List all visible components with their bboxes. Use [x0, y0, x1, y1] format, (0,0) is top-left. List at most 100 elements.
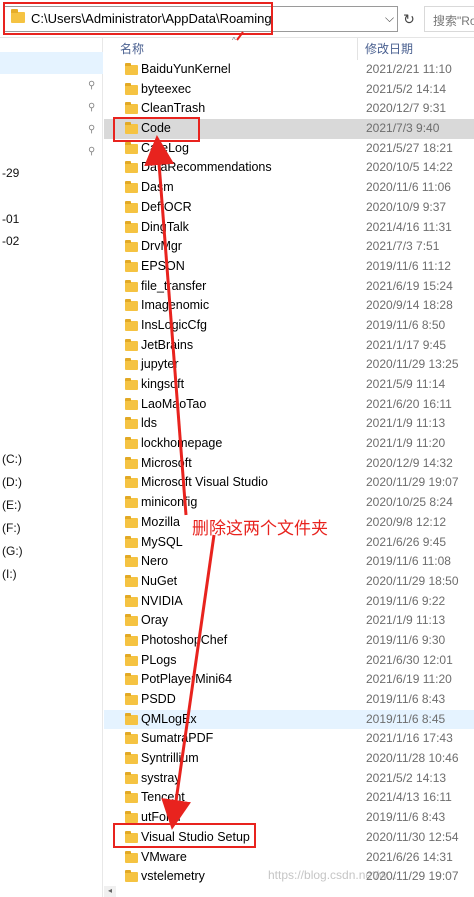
folder-icon — [125, 318, 138, 331]
file-name: Microsoft — [141, 455, 192, 470]
file-name: lds — [141, 416, 157, 431]
file-modified-date: 2019/11/6 8:50 — [366, 317, 446, 332]
file-modified-date: 2019/11/6 8:43 — [366, 692, 446, 706]
file-row[interactable]: byteexec 2021/5/2 14:14 — [104, 80, 474, 100]
file-name: vstelemetry — [141, 869, 205, 884]
file-modified-date: 2020/12/9 14:32 — [366, 455, 453, 470]
file-row[interactable]: NVIDIA 2019/11/6 9:22 — [104, 592, 474, 612]
file-name: MySQL — [141, 534, 183, 549]
nav-drive-d[interactable]: (D:) — [2, 475, 22, 489]
file-row[interactable]: JetBrains 2021/1/17 9:45 — [104, 336, 474, 356]
file-row[interactable]: lds 2021/1/9 11:13 — [104, 414, 474, 434]
file-modified-date: 2021/4/13 16:11 — [366, 790, 452, 805]
file-name: Dasm — [141, 180, 174, 195]
file-name: QMLogEx — [141, 711, 197, 726]
file-modified-date: 2019/11/6 9:22 — [366, 593, 446, 608]
file-row[interactable]: Tencent 2021/4/13 16:11 — [104, 788, 474, 808]
file-row[interactable]: kingsoft 2021/5/9 11:14 — [104, 375, 474, 395]
file-row[interactable]: LaoMaoTao 2021/6/20 16:11 — [104, 395, 474, 415]
column-divider[interactable] — [357, 38, 358, 60]
folder-icon — [125, 850, 138, 863]
search-input[interactable]: 搜索"Ro — [424, 6, 474, 32]
column-header-name[interactable]: 名称 — [120, 40, 144, 57]
file-row[interactable]: file_transfer 2021/6/19 15:24 — [104, 277, 474, 297]
file-row[interactable]: PhotoshopChef 2019/11/6 9:30 — [104, 631, 474, 651]
folder-icon — [125, 693, 138, 705]
file-row[interactable]: InsLogicCfg 2019/11/6 8:50 — [104, 316, 474, 336]
folder-icon — [125, 614, 138, 627]
file-row[interactable]: EPSON 2019/11/6 11:12 — [104, 257, 474, 277]
file-row[interactable]: Imagenomic 2020/9/14 18:28 — [104, 296, 474, 316]
nav-drive-e[interactable]: (E:) — [2, 498, 21, 512]
nav-item-fragment[interactable]: -29 — [2, 166, 19, 180]
file-modified-date: 2020/10/9 9:37 — [366, 199, 447, 214]
file-modified-date: 2021/1/9 11:13 — [366, 416, 446, 431]
file-name: CareLog — [141, 140, 189, 155]
file-row[interactable]: PSDD 2019/11/6 8:43 — [104, 690, 474, 710]
file-name: NVIDIA — [141, 593, 183, 608]
file-name: kingsoft — [141, 377, 185, 391]
pin-icon: ⚲ — [88, 80, 96, 91]
folder-icon — [125, 378, 138, 390]
file-modified-date: 2021/1/9 11:20 — [366, 436, 446, 451]
file-row[interactable]: DingTalk 2021/4/16 11:31 — [104, 218, 474, 238]
file-name: LaoMaoTao — [141, 396, 207, 411]
file-row[interactable]: Microsoft 2020/12/9 14:32 — [104, 454, 474, 474]
folder-icon — [125, 161, 138, 174]
file-name: Oray — [141, 613, 169, 628]
folder-icon — [125, 220, 138, 233]
folder-icon — [125, 633, 138, 646]
column-header-modified[interactable]: 修改日期 — [365, 40, 413, 57]
nav-item-highlighted[interactable] — [0, 52, 103, 74]
nav-item-fragment[interactable]: -02 — [2, 234, 19, 248]
search-placeholder: 搜索"Ro — [433, 14, 474, 28]
folder-icon — [125, 673, 138, 686]
file-modified-date: 2021/6/20 16:11 — [366, 396, 452, 411]
folder-icon — [125, 82, 138, 95]
file-modified-date: 2020/12/7 9:31 — [366, 101, 447, 116]
file-row[interactable]: NuGet 2020/11/29 18:50 — [104, 572, 474, 592]
file-row[interactable]: Nero 2019/11/6 11:08 — [104, 552, 474, 572]
file-row[interactable]: jupyter 2020/11/29 13:25 — [104, 355, 474, 375]
file-row[interactable]: miniconfig 2020/10/25 8:24 — [104, 493, 474, 513]
file-row[interactable]: PLogs 2021/6/30 12:01 — [104, 651, 474, 671]
file-row[interactable]: systray 2021/5/2 14:13 — [104, 769, 474, 789]
file-row[interactable]: VMware 2021/6/26 14:31 — [104, 848, 474, 868]
file-modified-date: 2021/1/9 11:13 — [366, 613, 446, 628]
folder-icon — [125, 811, 138, 824]
file-row[interactable]: DrvMgr 2021/7/3 7:51 — [104, 237, 474, 257]
nav-drive-g[interactable]: (G:) — [2, 544, 23, 558]
pin-icon: ⚲ — [88, 124, 96, 135]
file-name: miniconfig — [141, 495, 198, 510]
file-modified-date: 2020/11/29 19:07 — [366, 475, 459, 490]
file-row[interactable]: Dasm 2020/11/6 11:06 — [104, 178, 474, 198]
nav-drive-f[interactable]: (F:) — [2, 521, 21, 535]
file-row[interactable]: DeftOCR 2020/10/9 9:37 — [104, 198, 474, 218]
file-row[interactable]: Syntrillium 2020/11/28 10:46 — [104, 749, 474, 769]
refresh-button[interactable]: ↻ — [400, 8, 418, 30]
file-modified-date: 2021/2/21 11:10 — [366, 62, 452, 76]
file-rows: BaiduYunKernel 2021/2/21 11:10 byteexec 202… — [104, 60, 474, 887]
file-modified-date: 2021/5/2 14:14 — [366, 81, 447, 96]
folder-icon — [125, 870, 138, 883]
file-modified-date: 2021/6/19 11:20 — [366, 672, 452, 687]
file-row[interactable]: SumatraPDF 2021/1/16 17:43 — [104, 729, 474, 749]
file-modified-date: 2021/1/17 9:45 — [366, 337, 447, 352]
folder-icon — [125, 555, 138, 568]
nav-item-fragment[interactable]: -01 — [2, 212, 19, 226]
chevron-down-icon[interactable]: ⌵ — [385, 11, 394, 26]
file-row[interactable]: Oray 2021/1/9 11:13 — [104, 611, 474, 631]
nav-drive-c[interactable]: (C:) — [2, 452, 22, 466]
file-row[interactable]: DataRecommendations 2020/10/5 14:22 — [104, 158, 474, 178]
file-modified-date: 2021/5/9 11:14 — [366, 377, 446, 391]
file-row[interactable]: PotPlayerMini64 2021/6/19 11:20 — [104, 670, 474, 690]
file-row[interactable]: BaiduYunKernel 2021/2/21 11:10 — [104, 60, 474, 80]
folder-icon — [125, 417, 138, 430]
file-name: CleanTrash — [141, 101, 206, 116]
file-row[interactable]: QMLogEx 2019/11/6 8:45 — [104, 709, 474, 730]
file-row[interactable]: lockhomepage 2021/1/9 11:20 — [104, 434, 474, 454]
folder-icon — [125, 240, 138, 253]
nav-drive-i[interactable]: (I:) — [2, 567, 17, 581]
file-row[interactable]: Microsoft Visual Studio 2020/11/29 19:07 — [104, 473, 474, 493]
scroll-left-button[interactable]: ◂ — [104, 886, 116, 897]
